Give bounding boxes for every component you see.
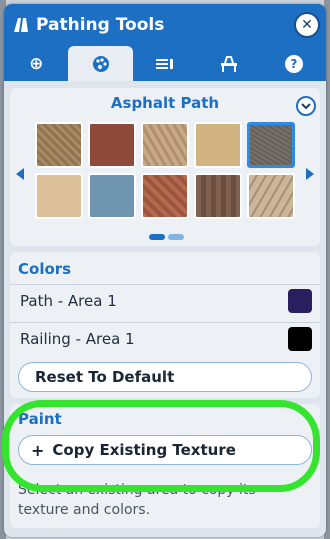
color-row-label: Railing - Area 1 (20, 329, 135, 348)
title-bar[interactable]: Pathing Tools ✕ (4, 4, 326, 46)
tab-bar: ⊕ ? (4, 46, 326, 81)
close-icon: ✕ (301, 17, 313, 33)
chevron-down-icon (301, 103, 311, 110)
path-tool-icon (14, 18, 28, 32)
texture-swatch[interactable] (88, 173, 136, 219)
copy-texture-label: Copy Existing Texture (52, 441, 236, 459)
plus-icon: ⊕ (29, 53, 44, 74)
texture-swatch[interactable] (247, 173, 295, 219)
colors-panel: Colors Path - Area 1 Railing - Area 1 Re… (10, 252, 320, 398)
reset-to-default-button[interactable]: Reset To Default (18, 362, 312, 392)
tab-palette[interactable] (68, 46, 133, 81)
expand-button[interactable] (296, 96, 316, 116)
page-dot-active[interactable] (149, 234, 165, 240)
path-settings-icon (221, 55, 238, 72)
paint-heading: Paint (18, 410, 62, 428)
pathing-tools-window: Pathing Tools ✕ ⊕ ? Asphalt Path Colors … (4, 4, 326, 537)
tab-path-settings[interactable] (197, 46, 261, 81)
page-dot[interactable] (168, 234, 184, 240)
texture-swatch-selected[interactable] (247, 122, 295, 168)
page-indicator (149, 234, 184, 240)
color-row-label: Path - Area 1 (20, 291, 117, 310)
copy-existing-texture-button[interactable]: + Copy Existing Texture (18, 435, 312, 465)
texture-grid (35, 122, 297, 219)
plus-icon: + (31, 440, 45, 460)
properties-icon (156, 58, 174, 69)
colors-heading: Colors (18, 260, 72, 278)
color-row-path[interactable]: Path - Area 1 (10, 284, 320, 316)
texture-swatch[interactable] (88, 122, 136, 168)
window-title: Pathing Tools (36, 15, 165, 35)
reset-label: Reset To Default (35, 368, 175, 386)
palette-icon (92, 55, 109, 72)
color-swatch-path[interactable] (288, 288, 312, 313)
texture-swatch[interactable] (35, 173, 83, 219)
help-icon: ? (284, 54, 303, 73)
texture-swatch[interactable] (35, 122, 83, 168)
tab-help[interactable]: ? (262, 46, 326, 81)
color-swatch-railing[interactable] (288, 326, 312, 351)
close-button[interactable]: ✕ (294, 12, 320, 38)
paint-panel: Paint + Copy Existing Texture Select an … (10, 404, 320, 528)
previous-page-arrow[interactable] (16, 168, 24, 180)
tab-properties[interactable] (133, 46, 197, 81)
tab-add[interactable]: ⊕ (4, 46, 68, 81)
texture-swatch[interactable] (141, 122, 189, 168)
help-text: Select an existing area to copy its text… (18, 482, 256, 518)
texture-name: Asphalt Path (110, 94, 220, 112)
texture-swatch[interactable] (194, 173, 242, 219)
texture-swatch[interactable] (194, 122, 242, 168)
texture-panel: Asphalt Path (10, 88, 320, 246)
texture-swatch[interactable] (141, 173, 189, 219)
color-row-railing[interactable]: Railing - Area 1 (10, 322, 320, 354)
next-page-arrow[interactable] (306, 168, 314, 180)
